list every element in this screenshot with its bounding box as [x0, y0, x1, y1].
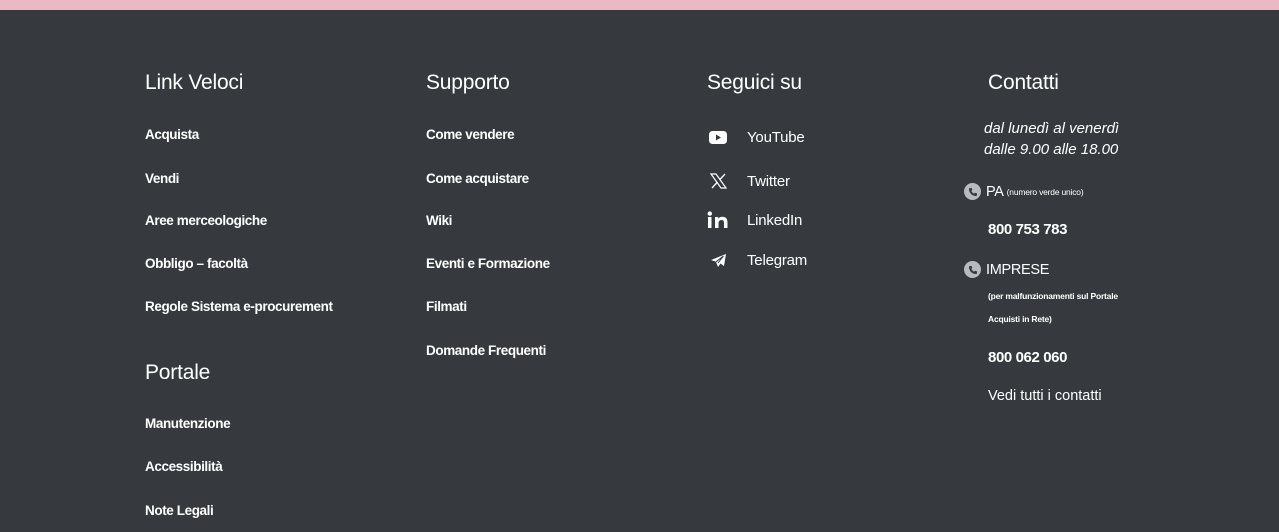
imprese-label: IMPRESE: [986, 261, 1050, 278]
social-telegram-link[interactable]: Telegram: [707, 251, 807, 269]
telegram-label: Telegram: [747, 251, 808, 269]
link-aree-merceologiche[interactable]: Aree merceologiche: [145, 213, 267, 228]
link-eventi-formazione[interactable]: Eventi e Formazione: [426, 256, 550, 271]
pa-phone-header: PA (numero verde unico): [964, 183, 1084, 200]
link-acquista[interactable]: Acquista: [145, 127, 199, 142]
linkedin-icon: [707, 211, 729, 229]
pa-note: (numero verde unico): [1006, 186, 1084, 197]
hours-days: dal lunedì al venerdì: [984, 120, 1120, 137]
link-wiki[interactable]: Wiki: [426, 213, 452, 228]
seguici-heading: Seguici su: [707, 71, 802, 94]
hours-time: dalle 9.00 alle 18.00: [984, 141, 1119, 158]
social-twitter-link[interactable]: Twitter: [707, 172, 790, 190]
link-vendi[interactable]: Vendi: [145, 171, 179, 186]
link-domande-frequenti[interactable]: Domande Frequenti: [426, 343, 546, 358]
imprese-phone-number[interactable]: 800 062 060: [988, 349, 1067, 366]
opening-hours: dal lunedì al venerdì dalle 9.00 alle 18…: [984, 118, 1119, 160]
social-linkedin-link[interactable]: LinkedIn: [707, 211, 802, 229]
link-filmati[interactable]: Filmati: [426, 299, 467, 314]
imprese-note: (per malfunzionamenti sul Portale Acquis…: [988, 285, 1118, 331]
telegram-icon: [707, 251, 729, 269]
link-note-legali[interactable]: Note Legali: [145, 503, 214, 518]
link-veloci-heading: Link Veloci: [145, 71, 244, 94]
pa-label: PA: [986, 183, 1004, 200]
link-accessibilita[interactable]: Accessibilità: [145, 459, 223, 474]
link-regole-sistema[interactable]: Regole Sistema e-procurement: [145, 299, 333, 314]
pa-phone-number[interactable]: 800 753 783: [988, 221, 1067, 238]
contatti-heading: Contatti: [988, 71, 1059, 94]
link-come-vendere[interactable]: Come vendere: [426, 127, 515, 142]
link-come-acquistare[interactable]: Come acquistare: [426, 171, 529, 186]
twitter-label: Twitter: [747, 172, 790, 190]
linkedin-label: LinkedIn: [747, 211, 803, 229]
supporto-heading: Supporto: [426, 71, 510, 94]
top-accent-bar: [0, 0, 1279, 10]
phone-icon: [964, 261, 981, 278]
imprese-note-line2: Acquisti in Rete): [988, 314, 1052, 324]
link-obbligo-facolta[interactable]: Obbligo – facoltà: [145, 256, 248, 271]
link-manutenzione[interactable]: Manutenzione: [145, 416, 231, 431]
imprese-note-line1: (per malfunzionamenti sul Portale: [988, 291, 1118, 301]
social-youtube-link[interactable]: YouTube: [707, 128, 805, 146]
portale-heading: Portale: [145, 361, 211, 384]
imprese-phone-header: IMPRESE: [964, 261, 1049, 278]
youtube-label: YouTube: [747, 128, 805, 146]
phone-icon: [964, 183, 981, 200]
youtube-icon: [707, 128, 729, 146]
x-twitter-icon: [707, 172, 729, 190]
all-contacts-link[interactable]: Vedi tutti i contatti: [988, 388, 1102, 404]
